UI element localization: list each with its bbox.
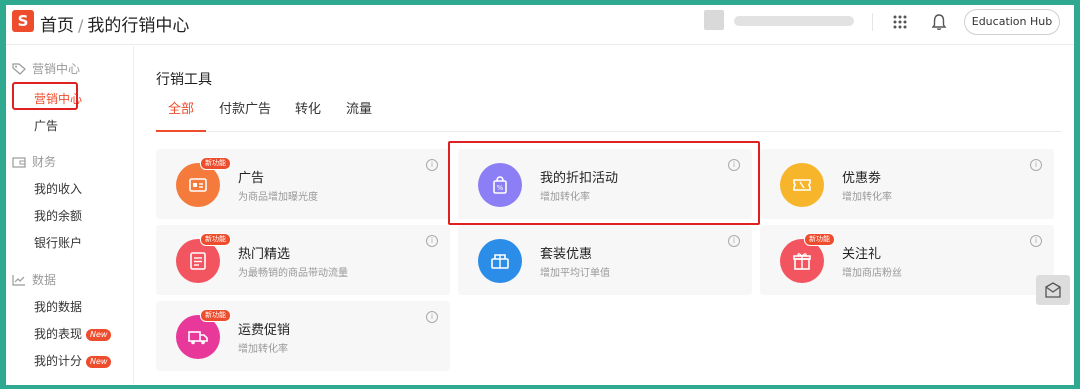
card-title: 广告 bbox=[238, 171, 265, 186]
info-icon[interactable]: i bbox=[1030, 159, 1042, 171]
new-badge: New bbox=[86, 356, 112, 368]
info-icon[interactable]: i bbox=[426, 311, 438, 323]
new-feature-tag: 新功能 bbox=[804, 233, 835, 246]
breadcrumb-separator: / bbox=[78, 16, 84, 35]
sidebar-group-label: 数据 bbox=[32, 273, 57, 287]
card-description: 为最畅销的商品带动流量 bbox=[238, 268, 348, 279]
sidebar-group-data: 数据 bbox=[12, 271, 56, 288]
sidebar-group-label: 营销中心 bbox=[32, 62, 81, 76]
tool-card-shipping-promotion[interactable]: 新功能 运费促销 增加转化率 i bbox=[156, 301, 450, 371]
card-description: 增加商店粉丝 bbox=[842, 268, 902, 279]
tool-card-top-picks[interactable]: 新功能 热门精选 为最畅销的商品带动流量 i bbox=[156, 225, 450, 295]
sidebar-group-marketing: 营销中心 bbox=[12, 60, 80, 77]
sidebar-group-label: 财务 bbox=[32, 155, 57, 169]
sidebar-item-balance[interactable]: 我的余额 bbox=[34, 207, 82, 224]
avatar[interactable] bbox=[704, 10, 724, 30]
card-title: 热门精选 bbox=[238, 247, 291, 262]
tool-card-follow-prize[interactable]: 新功能 关注礼 增加商店粉丝 i bbox=[760, 225, 1054, 295]
shop-logo-icon[interactable]: S bbox=[12, 10, 34, 32]
mail-icon bbox=[1045, 282, 1061, 298]
wallet-icon bbox=[12, 157, 26, 168]
app-window: S 首页/我的行销中心 Education Hub 营销中心 营销中心 广告 bbox=[6, 5, 1074, 385]
tab-paid-ads[interactable]: 付款广告 bbox=[219, 100, 271, 132]
new-badge: New bbox=[86, 329, 112, 341]
chart-icon bbox=[12, 275, 25, 286]
sidebar-item-label: 我的计分 bbox=[34, 354, 83, 368]
page-title: 行销工具 bbox=[156, 72, 212, 88]
education-hub-button[interactable]: Education Hub bbox=[964, 9, 1060, 35]
sidebar-item-income[interactable]: 我的收入 bbox=[34, 180, 82, 197]
annotation-highlight-discount-card bbox=[448, 141, 760, 225]
card-description: 增加平均订单值 bbox=[540, 268, 610, 279]
sidebar-item-ads[interactable]: 广告 bbox=[34, 117, 58, 134]
username-blurred[interactable] bbox=[734, 16, 854, 26]
breadcrumb: 首页 / 我的行销中心 bbox=[40, 11, 189, 36]
tab-bar: 全部 付款广告 转化 流量 bbox=[156, 100, 1062, 132]
info-icon[interactable]: i bbox=[426, 235, 438, 247]
new-feature-tag: 新功能 bbox=[200, 157, 231, 170]
info-icon[interactable]: i bbox=[1030, 235, 1042, 247]
sidebar-item-label: 我的表现 bbox=[34, 327, 83, 341]
tag-icon bbox=[12, 63, 26, 75]
breadcrumb-home-link[interactable]: 首页 bbox=[40, 16, 74, 36]
breadcrumb-current: 我的行销中心 bbox=[87, 16, 190, 36]
card-description: 为商品增加曝光度 bbox=[238, 192, 318, 203]
sidebar-item-bank-account[interactable]: 银行账户 bbox=[34, 234, 82, 251]
info-icon[interactable]: i bbox=[728, 235, 740, 247]
new-feature-tag: 新功能 bbox=[200, 309, 231, 322]
card-description: 增加转化率 bbox=[238, 344, 288, 355]
sidebar-group-finance: 财务 bbox=[12, 153, 56, 170]
sidebar: 营销中心 营销中心 广告 财务 我的收入 我的余额 银行账户 数据 我的数据 我… bbox=[6, 46, 134, 385]
apps-grid-icon[interactable] bbox=[892, 14, 908, 30]
header-divider bbox=[872, 13, 873, 31]
card-title: 运费促销 bbox=[238, 323, 291, 338]
card-description: 增加转化率 bbox=[842, 192, 892, 203]
annotation-highlight-sidebar bbox=[12, 82, 78, 110]
card-title: 套装优惠 bbox=[540, 247, 593, 262]
coupon-icon bbox=[780, 163, 824, 207]
chat-button[interactable] bbox=[1036, 275, 1070, 305]
new-feature-tag: 新功能 bbox=[200, 233, 231, 246]
sidebar-item-score[interactable]: 我的计分 New bbox=[34, 352, 112, 369]
bundle-icon bbox=[478, 239, 522, 283]
sidebar-item-performance[interactable]: 我的表现 New bbox=[34, 325, 112, 342]
info-icon[interactable]: i bbox=[426, 159, 438, 171]
bell-icon[interactable] bbox=[931, 13, 947, 31]
card-title: 关注礼 bbox=[842, 247, 882, 262]
card-title: 优惠劵 bbox=[842, 171, 882, 186]
tool-card-bundle-deal[interactable]: 套装优惠 增加平均订单值 i bbox=[458, 225, 752, 295]
tool-card-voucher[interactable]: 优惠劵 增加转化率 i bbox=[760, 149, 1054, 219]
tool-card-ads[interactable]: 新功能 广告 为商品增加曝光度 i bbox=[156, 149, 450, 219]
sidebar-item-my-data[interactable]: 我的数据 bbox=[34, 298, 82, 315]
tab-traffic[interactable]: 流量 bbox=[346, 100, 372, 132]
tab-all[interactable]: 全部 bbox=[156, 100, 207, 132]
top-header: S 首页 / 我的行销中心 Education Hub bbox=[6, 5, 1074, 45]
tab-conversion[interactable]: 转化 bbox=[295, 100, 321, 132]
